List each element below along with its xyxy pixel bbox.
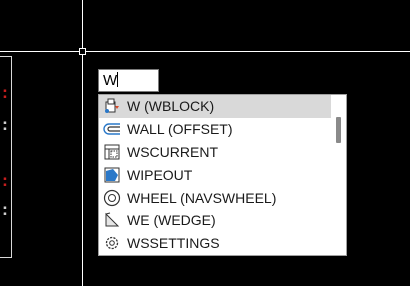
- navswheel-icon: [102, 189, 122, 207]
- drawing-annotation-mark: ▪▪: [2, 176, 8, 188]
- wipeout-icon: [102, 166, 122, 184]
- scrollbar-thumb[interactable]: [336, 117, 341, 143]
- workspace-icon: [102, 143, 122, 161]
- pickbox: [79, 48, 86, 55]
- offset-icon: [102, 120, 122, 138]
- autocomplete-item-label: WHEEL (NAVSWHEEL): [127, 189, 277, 206]
- command-autocomplete-list[interactable]: W (WBLOCK) WALL (OFFSET) WSCURRENT WIPEO…: [98, 94, 347, 256]
- autocomplete-item-wipeout[interactable]: WIPEOUT: [99, 163, 331, 186]
- autocomplete-item-label: WSSETTINGS: [127, 235, 220, 252]
- drawing-annotation-mark: ▪▪: [2, 88, 8, 100]
- autocomplete-item-wblock[interactable]: W (WBLOCK): [99, 95, 331, 118]
- command-input-text: W: [103, 72, 118, 89]
- autocomplete-item-label: W (WBLOCK): [127, 98, 215, 115]
- autocomplete-item-label: WIPEOUT: [127, 166, 193, 183]
- text-caret: [117, 72, 119, 87]
- gear-icon: [102, 234, 122, 252]
- autocomplete-item-wscurrent[interactable]: WSCURRENT: [99, 141, 331, 164]
- autocomplete-item-offset[interactable]: WALL (OFFSET): [99, 118, 331, 141]
- autocomplete-scrollbar[interactable]: [332, 95, 346, 255]
- drawing-frame-edge: [0, 56, 12, 258]
- autocomplete-item-label: WSCURRENT: [127, 143, 218, 160]
- wedge-icon: [102, 211, 122, 229]
- wblock-icon: [102, 97, 122, 115]
- drawing-annotation-mark: ▪▪: [2, 120, 8, 132]
- drawing-annotation-mark: ▪▪: [2, 205, 8, 217]
- autocomplete-item-wssettings[interactable]: WSSETTINGS: [99, 232, 331, 255]
- autocomplete-items: W (WBLOCK) WALL (OFFSET) WSCURRENT WIPEO…: [99, 95, 331, 255]
- autocomplete-item-navswheel[interactable]: WHEEL (NAVSWHEEL): [99, 186, 331, 209]
- autocomplete-item-label: WALL (OFFSET): [127, 121, 233, 138]
- dynamic-command-input[interactable]: W: [98, 69, 159, 92]
- autocomplete-item-label: WE (WEDGE): [127, 212, 216, 229]
- autocomplete-item-wedge[interactable]: WE (WEDGE): [99, 209, 331, 232]
